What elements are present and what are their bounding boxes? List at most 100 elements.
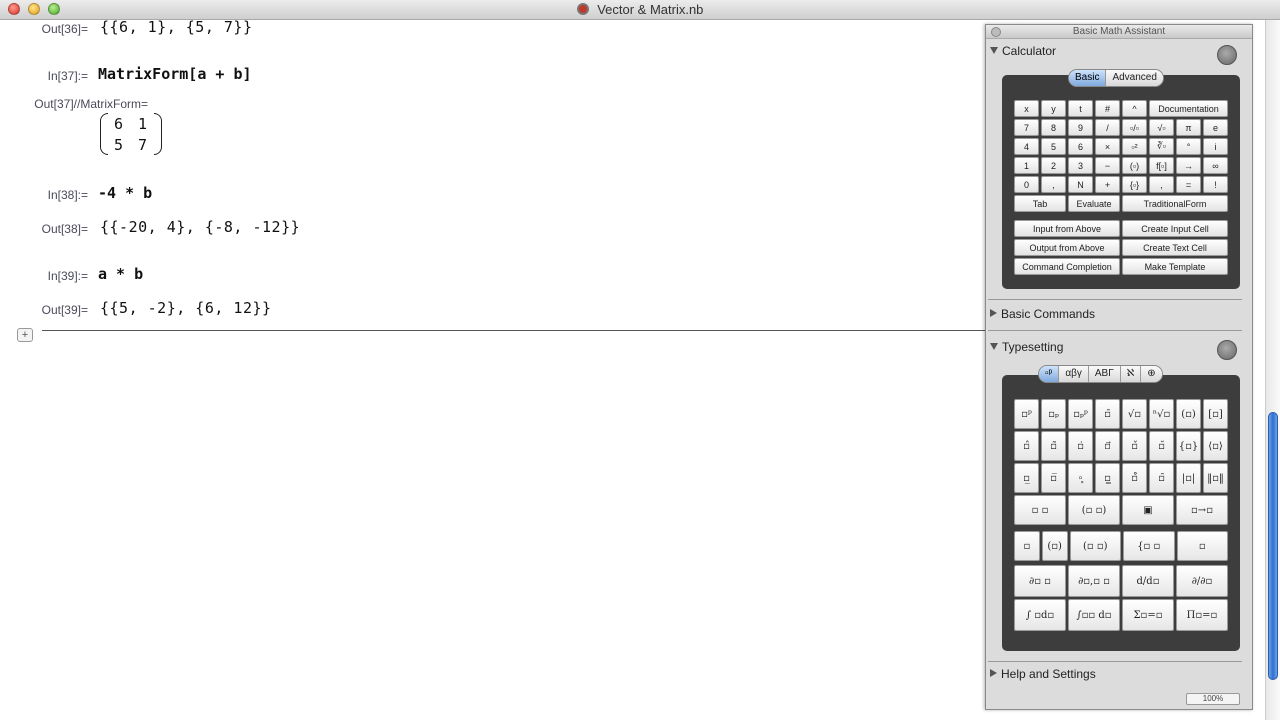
template-underbar[interactable]: ▫̲: [1014, 463, 1039, 493]
calc-key-9[interactable]: 9: [1068, 119, 1093, 136]
calc-key-slot[interactable]: #: [1095, 100, 1120, 117]
template-parens[interactable]: (▫): [1176, 399, 1201, 429]
tab-greek-upper[interactable]: ΑΒΓ: [1088, 366, 1121, 382]
template-dot[interactable]: ▫̇: [1068, 431, 1093, 461]
calc-key-divide[interactable]: /: [1095, 119, 1120, 136]
calc-key-n[interactable]: N: [1068, 176, 1093, 193]
calc-key-1[interactable]: 1: [1014, 157, 1039, 174]
calc-key-8[interactable]: 8: [1041, 119, 1066, 136]
output-from-above-button[interactable]: Output from Above: [1014, 239, 1120, 256]
calc-key-arrow[interactable]: →: [1176, 157, 1201, 174]
calc-key-infinity[interactable]: ∞: [1203, 157, 1228, 174]
calc-key-factorial[interactable]: !: [1203, 176, 1228, 193]
template-framed[interactable]: ▣: [1122, 495, 1174, 525]
calc-key-i[interactable]: i: [1203, 138, 1228, 155]
calc-key-4[interactable]: 4: [1014, 138, 1039, 155]
tab-symbols[interactable]: ℵ: [1120, 366, 1142, 382]
calc-key-0[interactable]: 0: [1014, 176, 1039, 193]
template-double-underbar[interactable]: ▫̳: [1095, 463, 1120, 493]
tab-operators[interactable]: ⊕: [1141, 366, 1162, 382]
template-product[interactable]: Π▫=▫: [1176, 599, 1228, 631]
calc-key-parens[interactable]: (▫): [1122, 157, 1147, 174]
calc-key-plus[interactable]: +: [1095, 176, 1120, 193]
notebook-area[interactable]: Out[36]= {{6, 1}, {5, 7}} In[37]:= Matri…: [0, 18, 985, 720]
gear-icon[interactable]: [1217, 45, 1237, 65]
traditionalform-button[interactable]: TraditionalForm: [1122, 195, 1228, 212]
scrollbar-thumb[interactable]: [1268, 412, 1278, 680]
create-input-cell-button[interactable]: Create Input Cell: [1122, 220, 1228, 237]
calc-key-sqrt[interactable]: √▫: [1149, 119, 1174, 136]
template-partial[interactable]: ∂▫ ▫: [1014, 565, 1066, 597]
template-sum[interactable]: Σ▫=▫: [1122, 599, 1174, 631]
template-inverted-breve[interactable]: ▫̑: [1149, 463, 1174, 493]
template-braces[interactable]: {▫}: [1176, 431, 1201, 461]
template-hat[interactable]: ▫̂: [1014, 431, 1039, 461]
calc-key-comma-2[interactable]: ,: [1149, 176, 1174, 193]
template-ring[interactable]: ▫̊: [1122, 463, 1147, 493]
template-derivative[interactable]: d/d▫: [1122, 565, 1174, 597]
template-partial-derivative[interactable]: ∂/∂▫: [1176, 565, 1228, 597]
input-in38[interactable]: -4 * b: [98, 184, 152, 202]
calc-key-function[interactable]: f[▫]: [1149, 157, 1174, 174]
calc-key-equals[interactable]: =: [1176, 176, 1201, 193]
palette-close-icon[interactable]: [991, 27, 1001, 37]
calc-key-fraction[interactable]: ▫/▫: [1122, 119, 1147, 136]
calc-key-comma[interactable]: ,: [1041, 176, 1066, 193]
command-completion-button[interactable]: Command Completion: [1014, 258, 1120, 275]
input-in37[interactable]: MatrixForm[a + b]: [98, 65, 252, 83]
template-sqrt[interactable]: √▫: [1122, 399, 1147, 429]
calc-key-t[interactable]: t: [1068, 100, 1093, 117]
calc-key-2[interactable]: 2: [1041, 157, 1066, 174]
template-abs[interactable]: |▫|: [1176, 463, 1201, 493]
template-vector[interactable]: ▫⃗: [1095, 431, 1120, 461]
template-partial-mixed[interactable]: ∂▫,▫ ▫: [1068, 565, 1120, 597]
template-stack[interactable]: ▫: [1176, 531, 1228, 561]
documentation-button[interactable]: Documentation: [1149, 100, 1228, 117]
calc-key-3[interactable]: 3: [1068, 157, 1093, 174]
template-subsuperscript[interactable]: ▫ₚᵖ: [1068, 399, 1093, 429]
template-breve[interactable]: ▫̆: [1149, 431, 1174, 461]
tab-greek-lower[interactable]: αβγ: [1059, 366, 1089, 382]
template-subscript[interactable]: ▫ₚ: [1041, 399, 1066, 429]
template-brackets[interactable]: [▫]: [1203, 399, 1228, 429]
evaluate-button[interactable]: Evaluate: [1068, 195, 1120, 212]
tab-basic[interactable]: Basic: [1069, 70, 1107, 86]
calc-key-7[interactable]: 7: [1014, 119, 1039, 136]
calc-key-multiply[interactable]: ×: [1095, 138, 1120, 155]
gear-icon[interactable]: [1217, 340, 1237, 360]
calc-key-power[interactable]: ^: [1122, 100, 1147, 117]
calc-key-braces[interactable]: {▫}: [1122, 176, 1147, 193]
template-underdot[interactable]: ▫͓: [1068, 463, 1093, 493]
template-norm[interactable]: ‖▫‖: [1203, 463, 1228, 493]
make-template-button[interactable]: Make Template: [1122, 258, 1228, 275]
calc-key-square[interactable]: ▫²: [1122, 138, 1147, 155]
template-column-parens[interactable]: (▫): [1041, 531, 1068, 561]
calc-key-x[interactable]: x: [1014, 100, 1039, 117]
cell-insertion-button[interactable]: +: [17, 328, 33, 342]
template-column[interactable]: ▫: [1014, 531, 1040, 561]
template-overbar[interactable]: ▫̄: [1095, 399, 1120, 429]
template-definite-integral[interactable]: ∫▫▫ d▫: [1068, 599, 1120, 631]
calc-key-5[interactable]: 5: [1041, 138, 1066, 155]
template-matrix[interactable]: (▫ ▫): [1069, 531, 1121, 561]
calc-key-degree[interactable]: °: [1176, 138, 1201, 155]
template-angle[interactable]: ⟨▫⟩: [1203, 431, 1228, 461]
input-in39[interactable]: a * b: [98, 265, 143, 283]
template-row-vector-parens[interactable]: (▫ ▫): [1068, 495, 1120, 525]
help-settings-section-header[interactable]: Help and Settings: [990, 667, 1096, 681]
template-row-vector[interactable]: ▫ ▫: [1014, 495, 1066, 525]
template-piecewise[interactable]: {▫ ▫: [1123, 531, 1175, 561]
template-tilde[interactable]: ▫̃: [1041, 431, 1066, 461]
template-nthroot[interactable]: ⁿ√▫: [1149, 399, 1174, 429]
calc-key-6[interactable]: 6: [1068, 138, 1093, 155]
calculator-section-header[interactable]: Calculator: [990, 44, 1056, 58]
template-integral[interactable]: ∫ ▫d▫: [1014, 599, 1066, 631]
calc-key-e[interactable]: e: [1203, 119, 1228, 136]
template-superscript[interactable]: ▫ᵖ: [1014, 399, 1039, 429]
calc-key-y[interactable]: y: [1041, 100, 1066, 117]
create-text-cell-button[interactable]: Create Text Cell: [1122, 239, 1228, 256]
template-caron[interactable]: ▫̌: [1122, 431, 1147, 461]
basic-commands-section-header[interactable]: Basic Commands: [990, 307, 1095, 321]
vertical-scrollbar[interactable]: [1265, 20, 1280, 720]
calc-key-minus[interactable]: −: [1095, 157, 1120, 174]
